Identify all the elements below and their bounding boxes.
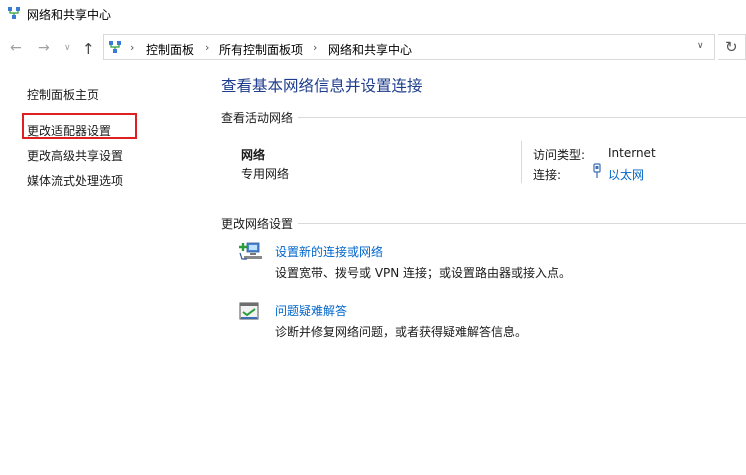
sidebar-item-control-panel-home[interactable]: 控制面板主页 — [27, 86, 99, 103]
access-type-label: 访问类型: — [533, 148, 586, 162]
active-networks-header: 查看活动网络 — [221, 111, 294, 125]
setup-new-connection-link[interactable]: 设置新的连接或网络 — [275, 243, 383, 260]
recent-locations-chevron-icon[interactable]: ∨ — [64, 43, 71, 53]
sidebar-item-advanced-sharing[interactable]: 更改高级共享设置 — [27, 147, 123, 164]
sidebar-item-media-streaming[interactable]: 媒体流式处理选项 — [27, 172, 123, 189]
breadcrumb-separator-icon[interactable]: › — [205, 41, 209, 54]
breadcrumb-network-center[interactable]: 网络和共享中心 — [328, 41, 412, 58]
up-arrow-icon[interactable]: ↑ — [82, 40, 95, 58]
forward-arrow-icon[interactable]: → — [38, 41, 50, 55]
breadcrumb-separator-icon[interactable]: › — [130, 41, 134, 54]
breadcrumb-separator-icon[interactable]: › — [313, 41, 317, 54]
ethernet-icon — [593, 163, 601, 178]
access-type-value: Internet — [608, 146, 656, 160]
breadcrumb-control-panel[interactable]: 控制面板 — [146, 41, 194, 58]
new-connection-icon — [239, 242, 262, 260]
title-bar — [0, 0, 746, 26]
control-panel-icon — [109, 41, 121, 53]
network-name: 网络 — [241, 148, 266, 162]
troubleshoot-description: 诊断并修复网络问题，或者获得疑难解答信息。 — [275, 325, 528, 339]
refresh-icon[interactable]: ↻ — [725, 38, 738, 56]
page-title: 查看基本网络信息并设置连接 — [221, 77, 423, 95]
breadcrumb-all-items[interactable]: 所有控制面板项 — [219, 41, 303, 58]
troubleshoot-link[interactable]: 问题疑难解答 — [275, 302, 347, 319]
troubleshoot-icon — [239, 302, 259, 320]
back-arrow-icon[interactable]: ← — [10, 41, 22, 55]
ethernet-connection-link[interactable]: 以太网 — [608, 166, 644, 183]
network-type[interactable]: 专用网络 — [241, 165, 289, 182]
address-dropdown-chevron-icon[interactable]: ∨ — [697, 41, 704, 51]
section-divider — [298, 117, 746, 118]
setup-new-connection-description: 设置宽带、拨号或 VPN 连接；或设置路由器或接入点。 — [275, 266, 572, 280]
highlight-box — [22, 113, 137, 139]
network-center-icon — [8, 7, 20, 19]
change-settings-header: 更改网络设置 — [221, 217, 294, 231]
vertical-divider — [521, 141, 522, 183]
connection-label: 连接: — [533, 168, 562, 182]
window-title: 网络和共享中心 — [27, 8, 112, 22]
section-divider — [298, 223, 746, 224]
